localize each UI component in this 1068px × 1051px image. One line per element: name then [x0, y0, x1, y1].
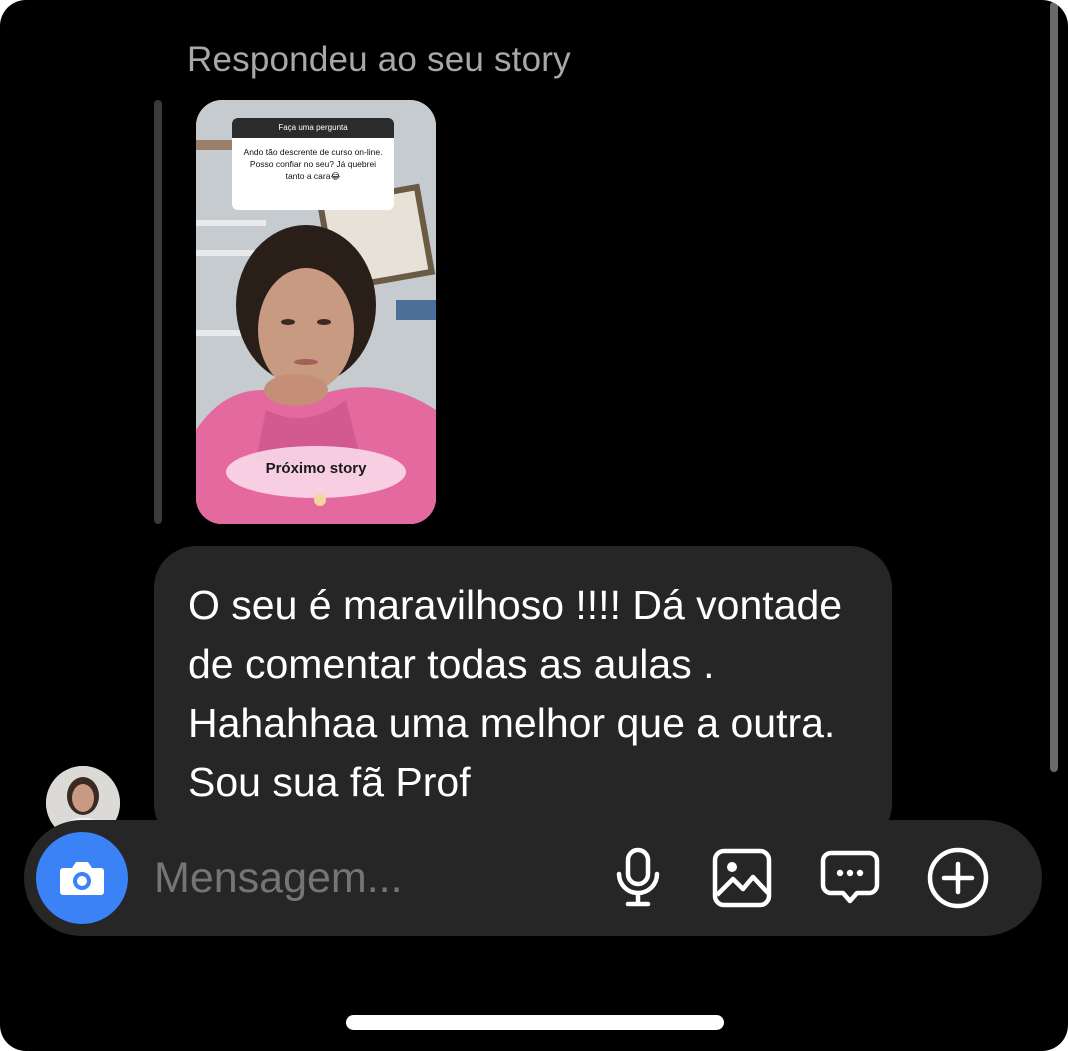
home-indicator[interactable] [346, 1015, 724, 1030]
more-button[interactable] [926, 846, 990, 910]
plus-circle-icon [927, 847, 989, 909]
scrollbar[interactable] [1050, 2, 1058, 772]
story-question-title: Faça uma pergunta [232, 118, 394, 138]
message-input[interactable] [154, 852, 574, 904]
chat-bubble-icon [820, 850, 880, 904]
sticker-button[interactable] [818, 846, 882, 910]
camera-button[interactable] [36, 832, 128, 924]
image-icon [712, 848, 772, 908]
microphone-button[interactable] [606, 846, 670, 910]
story-question-text: Ando tão descrente de curso on-line. Pos… [243, 147, 383, 181]
chat-screen: Respondeu ao seu story Faça uma pergunta… [0, 0, 1068, 1051]
gallery-button[interactable] [710, 846, 774, 910]
story-next-label: Próximo story [265, 460, 367, 477]
camera-icon [60, 862, 104, 895]
quote-bar [154, 100, 162, 524]
story-question-box: Faça uma pergunta Ando tão descrente de … [232, 118, 394, 210]
reply-header: Respondeu ao seu story [187, 40, 571, 79]
story-preview[interactable]: Faça uma pergunta Ando tão descrente de … [196, 100, 436, 524]
microphone-icon [616, 847, 660, 907]
message-text: O seu é maravilhoso !!!! Dá vontade de c… [188, 582, 843, 805]
